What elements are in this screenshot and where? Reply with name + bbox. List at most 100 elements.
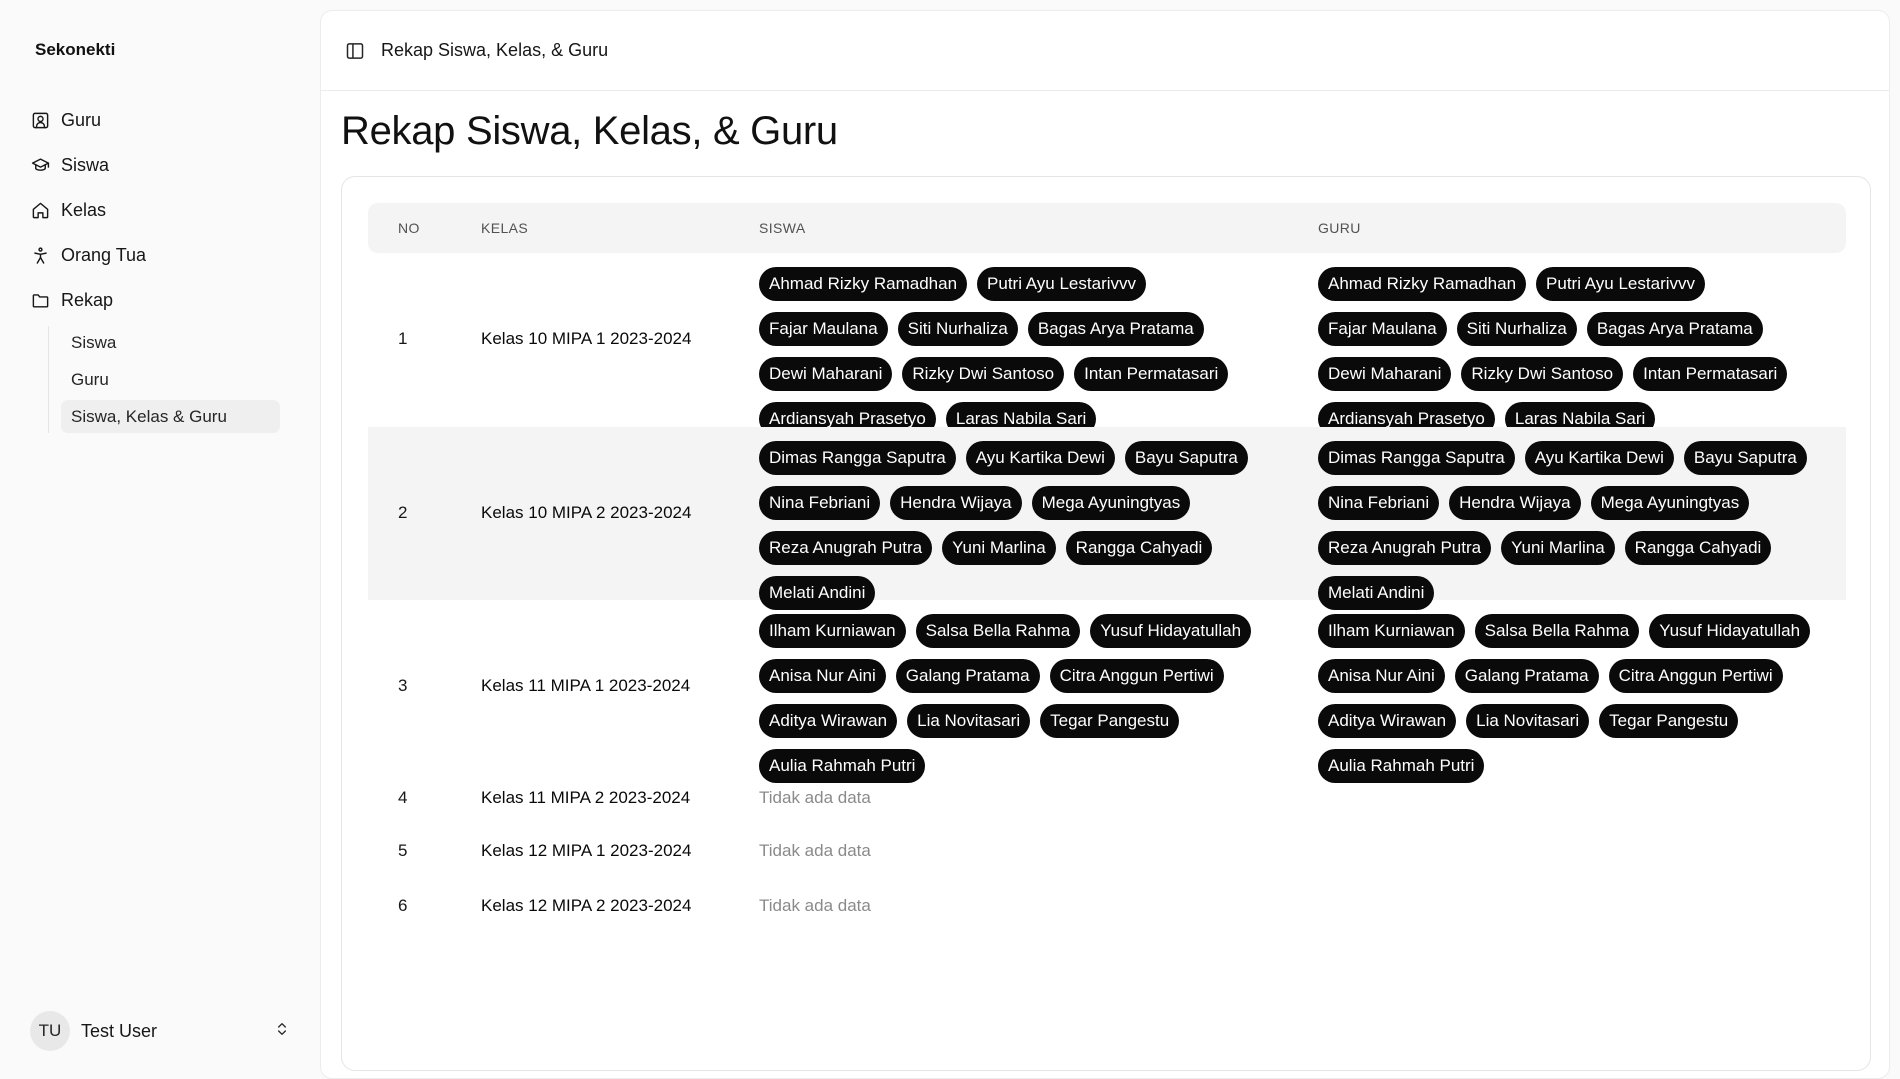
- cell-kelas: Kelas 11 MIPA 1 2023-2024: [481, 676, 691, 695]
- siswa-name-badge: Bayu Saputra: [1124, 441, 1248, 475]
- column-header-no: NO: [398, 220, 420, 236]
- sidebar-toggle-icon[interactable]: [345, 41, 365, 61]
- cell-kelas: Kelas 12 MIPA 2 2023-2024: [481, 895, 692, 915]
- empty-state-text: Tidak ada data: [759, 840, 871, 860]
- sidebar-item-kelas[interactable]: Kelas: [22, 188, 300, 233]
- guru-name-badge: Lia Novitasari: [1466, 704, 1590, 738]
- page-title: Rekap Siswa, Kelas, & Guru: [341, 109, 838, 153]
- breadcrumb: Rekap Siswa, Kelas, & Guru: [381, 40, 609, 60]
- guru-name-badge: Nina Febriani: [1318, 486, 1440, 520]
- table-row: 2 Kelas 10 MIPA 2 2023-2024 Dimas Rangga S…: [368, 427, 1846, 610]
- table-row: 3 Kelas 11 MIPA 1 2023-2024 Ilham Kurniawa…: [368, 600, 1846, 783]
- siswa-name-badge: Salsa Bella Rahma: [915, 614, 1081, 648]
- sidebar-item-label: Kelas: [61, 200, 107, 220]
- siswa-name-badge: Intan Permatasari: [1074, 357, 1229, 391]
- siswa-name-badge: Tegar Pangestu: [1040, 704, 1180, 738]
- guru-name-badge: Rangga Cahyadi: [1624, 531, 1772, 565]
- top-bar: Rekap Siswa, Kelas, & Guru: [321, 11, 1889, 91]
- guru-name-badge: Bayu Saputra: [1683, 441, 1807, 475]
- siswa-name-badge: Yuni Marlina: [942, 531, 1056, 565]
- sidebar-item-label: Rekap: [61, 290, 114, 310]
- guru-name-badge: Aditya Wirawan: [1318, 704, 1457, 738]
- siswa-chip-list: Dimas Rangga Saputra Ayu Kartika Dewi Bayu…: [759, 441, 1279, 610]
- guru-name-badge: Yusuf Hidayatullah: [1649, 614, 1811, 648]
- column-header-kelas: KELAS: [481, 220, 529, 236]
- siswa-name-badge: Nina Febriani: [759, 486, 881, 520]
- guru-name-badge: Tegar Pangestu: [1599, 704, 1739, 738]
- siswa-name-badge: Putri Ayu Lestarivvv: [977, 267, 1147, 301]
- user-square-icon: [30, 111, 50, 131]
- siswa-name-badge: Siti Nurhaliza: [897, 312, 1018, 346]
- guru-chip-list: Ahmad Rizky Ramadhan Putri Ayu Lestarivvv…: [1318, 267, 1838, 436]
- siswa-name-badge: Ilham Kurniawan: [759, 614, 906, 648]
- siswa-chip-list: Ilham Kurniawan Salsa Bella Rahma Yusuf Hi…: [759, 614, 1279, 783]
- siswa-name-badge: Mega Ayuningtyas: [1031, 486, 1191, 520]
- user-menu[interactable]: TU Test User: [30, 1010, 290, 1052]
- guru-name-badge: Mega Ayuningtyas: [1590, 486, 1750, 520]
- guru-name-badge: Putri Ayu Lestarivvv: [1536, 267, 1706, 301]
- sidebar-item-label: Guru: [61, 110, 102, 130]
- sidebar-nav: Guru Siswa Kelas Orang Tua Rekap Siswa G…: [0, 98, 320, 437]
- table-row: 6 Kelas 12 MIPA 2 2023-2024 Tidak ada data: [368, 879, 1846, 934]
- siswa-name-badge: Bagas Arya Pratama: [1027, 312, 1204, 346]
- empty-state-text: Tidak ada data: [759, 788, 871, 807]
- siswa-name-badge: Rangga Cahyadi: [1065, 531, 1213, 565]
- graduation-cap-icon: [30, 156, 50, 176]
- sidebar-item-guru[interactable]: Guru: [22, 98, 300, 143]
- sidebar-item-orang-tua[interactable]: Orang Tua: [22, 233, 300, 278]
- siswa-name-badge: Rizky Dwi Santoso: [902, 357, 1065, 391]
- cell-no: 3: [398, 676, 408, 695]
- siswa-name-badge: Citra Anggun Pertiwi: [1049, 659, 1224, 693]
- brand-name: Sekonekti: [35, 40, 116, 59]
- main-panel: Rekap Siswa, Kelas, & Guru Rekap Siswa, …: [320, 10, 1890, 1079]
- avatar: TU: [30, 1011, 70, 1051]
- cell-kelas: Kelas 12 MIPA 1 2023-2024: [481, 840, 692, 860]
- cell-no: 6: [398, 895, 408, 915]
- siswa-name-badge: Dimas Rangga Saputra: [759, 441, 956, 475]
- siswa-name-badge: Ayu Kartika Dewi: [965, 441, 1115, 475]
- cell-kelas: Kelas 11 MIPA 2 2023-2024: [481, 788, 691, 807]
- rekap-submenu: Siswa Guru Siswa, Kelas & Guru: [48, 326, 300, 433]
- table-row: 5 Kelas 12 MIPA 1 2023-2024 Tidak ada data: [368, 824, 1846, 879]
- recap-table-card: NO KELAS SISWA GURU 1 Kelas 10 MIPA 1 202…: [341, 176, 1871, 1071]
- table-row: 4 Kelas 11 MIPA 2 2023-2024 Tidak ada data: [368, 774, 1846, 824]
- guru-name-badge: Hendra Wijaya: [1449, 486, 1581, 520]
- person-icon: [30, 246, 50, 266]
- guru-name-badge: Galang Pratama: [1454, 659, 1599, 693]
- submenu-item-siswa[interactable]: Siswa: [61, 326, 280, 359]
- sidebar-item-siswa[interactable]: Siswa: [22, 143, 300, 188]
- guru-name-badge: Intan Permatasari: [1633, 357, 1788, 391]
- table-row: 1 Kelas 10 MIPA 1 2023-2024 Ahmad Rizky Ra…: [368, 253, 1846, 436]
- guru-name-badge: Fajar Maulana: [1318, 312, 1447, 346]
- guru-name-badge: Citra Anggun Pertiwi: [1608, 659, 1783, 693]
- siswa-name-badge: Anisa Nur Aini: [759, 659, 886, 693]
- cell-kelas: Kelas 10 MIPA 1 2023-2024: [481, 329, 692, 348]
- guru-name-badge: Reza Anugrah Putra: [1318, 531, 1492, 565]
- siswa-name-badge: Galang Pratama: [895, 659, 1040, 693]
- sidebar-item-label: Siswa: [61, 155, 110, 175]
- cell-kelas: Kelas 10 MIPA 2 2023-2024: [481, 502, 692, 522]
- user-name: Test User: [81, 1020, 158, 1041]
- guru-name-badge: Ahmad Rizky Ramadhan: [1318, 267, 1527, 301]
- siswa-name-badge: Reza Anugrah Putra: [759, 531, 933, 565]
- cell-no: 2: [398, 502, 408, 522]
- guru-name-badge: Rizky Dwi Santoso: [1461, 357, 1624, 391]
- table-header: NO KELAS SISWA GURU: [368, 203, 1846, 253]
- guru-name-badge: Ayu Kartika Dewi: [1524, 441, 1674, 475]
- siswa-name-badge: Fajar Maulana: [759, 312, 888, 346]
- cell-no: 1: [398, 329, 408, 348]
- siswa-name-badge: Yusuf Hidayatullah: [1090, 614, 1252, 648]
- siswa-chip-list: Ahmad Rizky Ramadhan Putri Ayu Lestarivvv…: [759, 267, 1279, 436]
- submenu-item-guru[interactable]: Guru: [61, 363, 280, 396]
- empty-state-text: Tidak ada data: [759, 895, 871, 915]
- siswa-name-badge: Hendra Wijaya: [890, 486, 1022, 520]
- guru-name-badge: Dewi Maharani: [1318, 357, 1452, 391]
- cell-no: 5: [398, 840, 408, 860]
- siswa-name-badge: Aditya Wirawan: [759, 704, 898, 738]
- guru-name-badge: Dimas Rangga Saputra: [1318, 441, 1515, 475]
- siswa-name-badge: Lia Novitasari: [907, 704, 1031, 738]
- chevrons-up-down-icon: [274, 1021, 290, 1042]
- sidebar: Sekonekti Guru Siswa Kelas Orang Tua Rek…: [0, 0, 320, 1079]
- submenu-item-siswa-kelas-guru[interactable]: Siswa, Kelas & Guru: [61, 400, 280, 433]
- sidebar-item-rekap[interactable]: Rekap: [22, 278, 300, 323]
